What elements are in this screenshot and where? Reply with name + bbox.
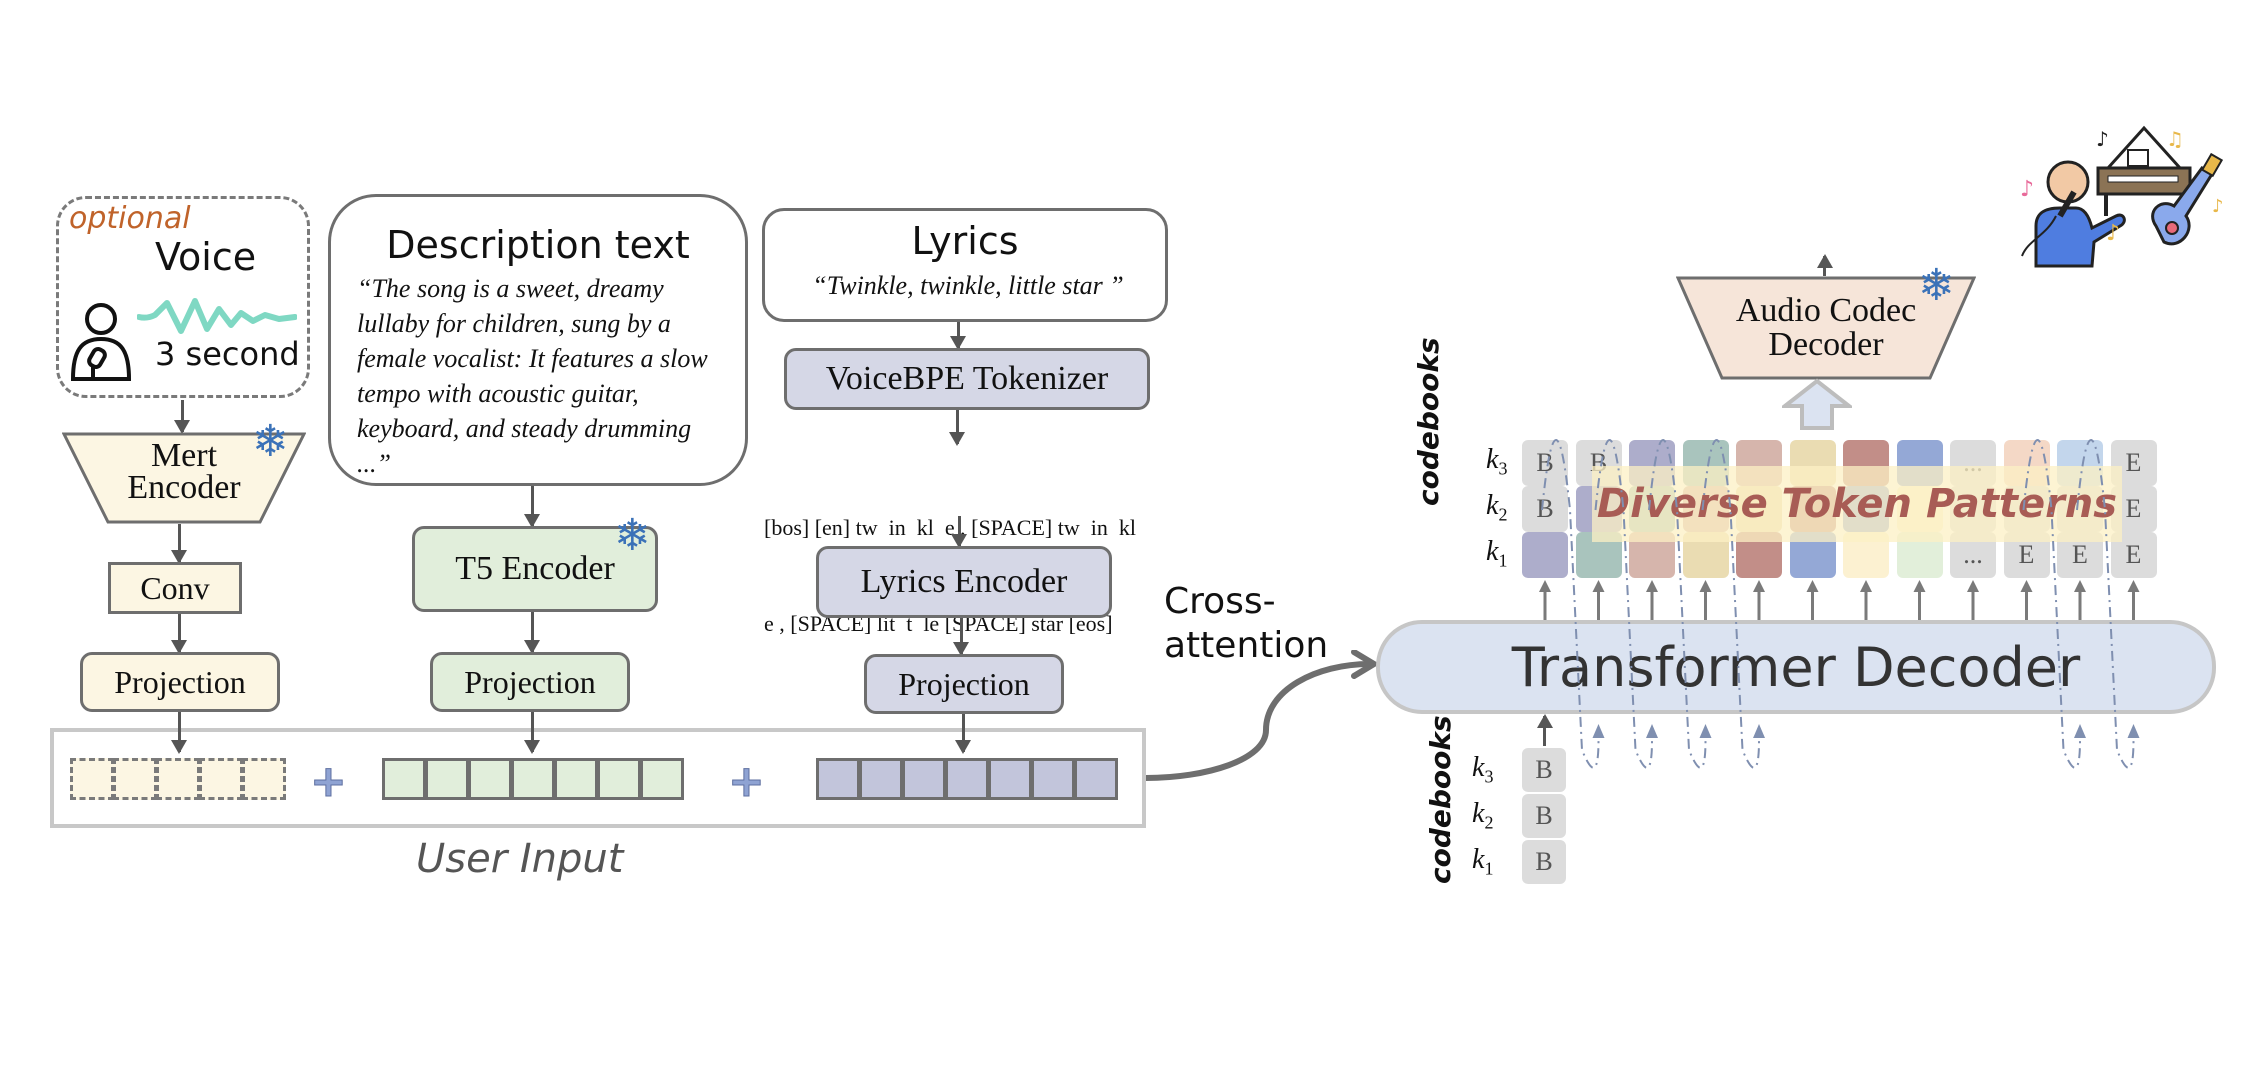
plus-icon: + xyxy=(728,756,766,807)
arrow-head xyxy=(2074,724,2086,738)
arrow-head xyxy=(2074,580,2086,592)
arrow-head xyxy=(1646,580,1658,592)
arrow-head xyxy=(1967,580,1979,592)
lyrics-title: Lyrics xyxy=(911,219,1019,263)
description-box: Description text “The song is a sweet, d… xyxy=(328,194,748,486)
arrow-head xyxy=(1753,724,1765,738)
codebooks-input-axis-label: codebooks xyxy=(1424,715,1457,884)
text-projection-box: Projection xyxy=(430,652,630,712)
block-arrow-up-icon xyxy=(1782,378,1852,430)
codebook-token: B xyxy=(1522,794,1566,838)
voice-input-box: optional Voice 3 second xyxy=(56,196,310,398)
arrow-head xyxy=(1860,580,1872,592)
embedding-cell xyxy=(1031,758,1075,800)
autoregressive-feedback-loop xyxy=(2022,439,2081,769)
embedding-cell xyxy=(945,758,989,800)
arrow-head xyxy=(1592,724,1605,738)
svg-text:♪: ♪ xyxy=(2096,127,2109,151)
arrow-head xyxy=(1753,580,1765,592)
codebook-token: B xyxy=(1522,748,1566,792)
voice-title: Voice xyxy=(155,235,257,279)
cross-attention-arrow xyxy=(1146,650,1380,781)
optional-label: optional xyxy=(69,201,191,236)
arrow xyxy=(524,486,540,528)
arrow xyxy=(524,612,540,654)
frozen-snowflake-icon: ❄ xyxy=(252,416,289,467)
arrow-head xyxy=(2127,580,2140,592)
arrow xyxy=(171,712,187,754)
frozen-snowflake-icon: ❄ xyxy=(614,510,651,561)
autoregressive-feedback-loop xyxy=(1648,439,1707,769)
arrow xyxy=(174,400,190,434)
embedding-cell xyxy=(902,758,946,800)
autoregressive-feedback-loop xyxy=(2076,439,2135,769)
voice-wave-icon xyxy=(137,298,297,334)
voicebpe-tokenizer-box: VoiceBPE Tokenizer xyxy=(784,348,1150,410)
embedding-cell xyxy=(1074,758,1118,800)
embedding-cell xyxy=(70,758,114,800)
embedding-cell xyxy=(988,758,1032,800)
decoder-output-arrows xyxy=(1539,439,2140,769)
codebook-token: B xyxy=(1522,840,1566,884)
autoregressive-feedback-loop xyxy=(1701,439,1760,769)
arrow xyxy=(524,712,540,754)
svg-text:♪: ♪ xyxy=(2020,177,2034,202)
arrow xyxy=(949,410,965,446)
embedding-cell xyxy=(640,758,684,800)
user-input-label: User Input xyxy=(416,836,624,882)
svg-text:♪: ♪ xyxy=(2106,221,2120,246)
codebook-row-label: k2 xyxy=(1472,798,1494,833)
arrow xyxy=(171,524,187,564)
lyrics-text: “Twinkle, twinkle, little star ” xyxy=(812,271,1124,300)
arrow-head xyxy=(1539,580,1551,592)
svg-text:♪: ♪ xyxy=(2212,196,2224,217)
arrow xyxy=(951,516,967,548)
codebook-row-label: k1 xyxy=(1472,844,1494,879)
arrow xyxy=(955,714,971,754)
conv-box: Conv xyxy=(108,562,242,614)
lyrics-projection-box: Projection xyxy=(864,654,1064,714)
svg-text:♫: ♫ xyxy=(2166,127,2184,151)
arrow-up xyxy=(1543,716,1546,746)
description-text: “The song is a sweet, dreamy lullaby for… xyxy=(357,274,708,478)
arrow-head xyxy=(2020,580,2033,592)
embedding-cell xyxy=(113,758,157,800)
lyrics-box: Lyrics “Twinkle, twinkle, little star ” xyxy=(762,208,1168,322)
voice-projection-box: Projection xyxy=(80,652,280,712)
arrow-head xyxy=(1699,580,1712,592)
arrow xyxy=(171,614,187,654)
embedding-cell xyxy=(511,758,555,800)
arrow-head xyxy=(1699,724,1712,738)
embedding-cell xyxy=(242,758,286,800)
embedding-cell xyxy=(425,758,469,800)
embedding-cell xyxy=(468,758,512,800)
codebook-row-label: k3 xyxy=(1472,752,1494,787)
singer-person-icon xyxy=(70,303,132,381)
arrow-head xyxy=(1592,580,1605,592)
arrow xyxy=(953,618,969,656)
plus-icon: + xyxy=(310,756,348,807)
arrow-head xyxy=(1646,724,1658,738)
arrow-head xyxy=(1806,580,1819,592)
arrow xyxy=(950,322,966,350)
embedding-cell xyxy=(816,758,860,800)
voice-duration: 3 second xyxy=(155,335,300,373)
description-title: Description text xyxy=(386,223,690,267)
lyrics-encoder-box: Lyrics Encoder xyxy=(816,546,1112,618)
embedding-cell xyxy=(554,758,598,800)
arrow-head xyxy=(1913,580,1926,592)
embedding-cell xyxy=(382,758,426,800)
embedding-cell xyxy=(597,758,641,800)
embedding-cell xyxy=(199,758,243,800)
arrow-head xyxy=(2127,724,2140,738)
colorful-waveform-icon xyxy=(1598,117,2009,250)
embedding-cell xyxy=(859,758,903,800)
singer-piano-guitar-icon: ♪ ♪ ♫ ♪ ♪ xyxy=(2020,125,2224,268)
autoregressive-feedback-loop xyxy=(1594,439,1653,769)
embedding-cell xyxy=(156,758,200,800)
